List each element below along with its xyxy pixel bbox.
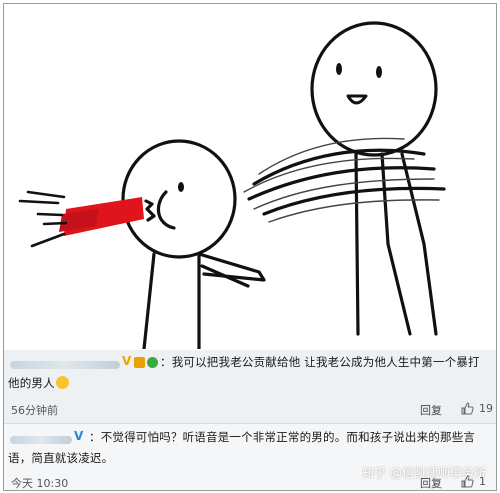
- smile-emoji-icon: [55, 376, 69, 389]
- comment-time: 56分钟前: [11, 404, 58, 417]
- big-figure-body-left: [354, 152, 360, 336]
- comment-item: V ：不觉得可怕吗？听语音是一个非常正常的男的。而和孩子说出来的那些言语，简直就…: [4, 424, 496, 490]
- comment-text: ：不觉得可怕吗？听语音是一个非常正常的男的。而和孩子说出来的那些言语，简直就该凌…: [8, 430, 476, 465]
- comment-time: 今天 10:30: [11, 477, 69, 490]
- big-figure-head: [310, 21, 438, 157]
- like-count: 19: [479, 402, 493, 415]
- watermark: 知乎 @信凯律师事务所: [362, 466, 486, 480]
- reply-button[interactable]: 回复: [420, 402, 442, 418]
- comment-item: V ：我可以把我老公贡献给他 让我老公成为他人生中第一个暴打他的男人 56分钟前…: [4, 350, 496, 424]
- meme-illustration: [18, 21, 446, 349]
- comments-panel: V ：我可以把我老公贡献给他 让我老公成为他人生中第一个暴打他的男人 56分钟前…: [4, 350, 496, 490]
- screenshot-frame: V ：我可以把我老公贡献给他 让我老公成为他人生中第一个暴打他的男人 56分钟前…: [3, 3, 497, 491]
- blood-spray: [18, 190, 144, 248]
- comment-text: ：我可以把我老公贡献给他 让我老公成为他人生中第一个暴打他的男人: [8, 355, 480, 390]
- like-thumb-icon[interactable]: [461, 402, 474, 415]
